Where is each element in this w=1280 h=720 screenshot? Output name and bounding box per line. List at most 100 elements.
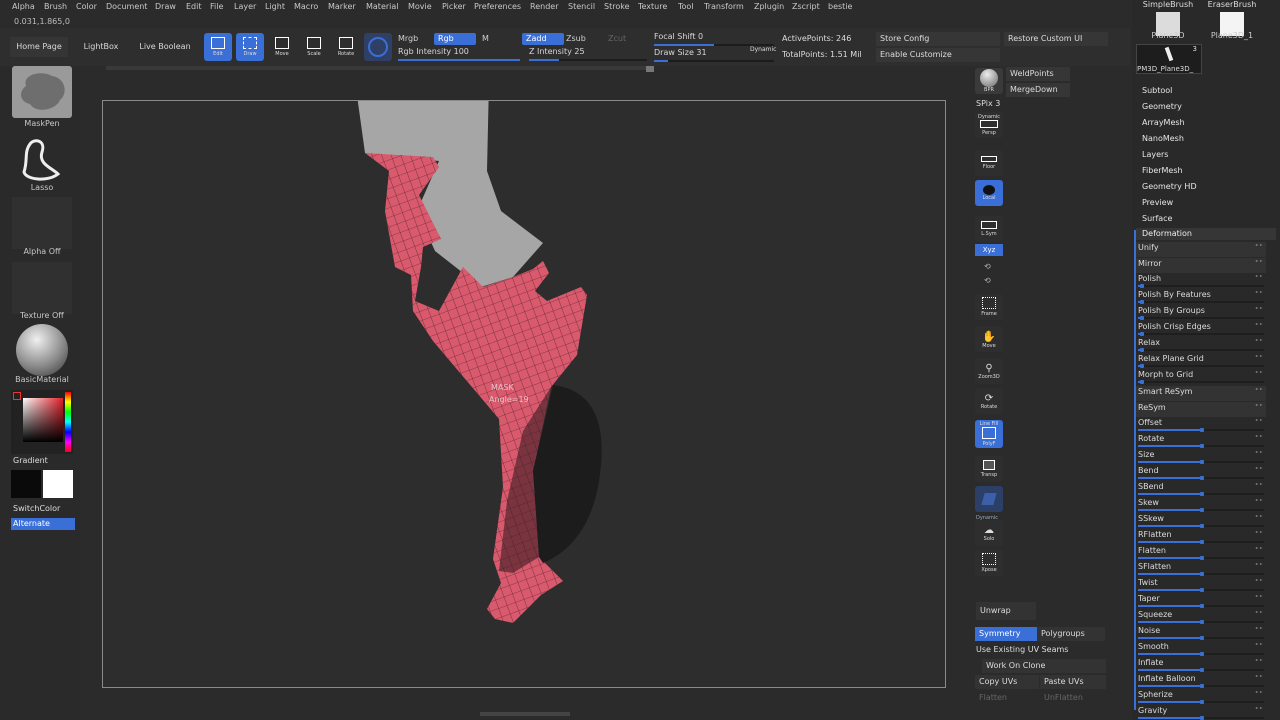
axis-toggle-icon[interactable]: ˣ ᶻ <box>1255 498 1262 505</box>
deformation-polish-by-groups-slider[interactable]: Polish By Groups ˣ ᶻ <box>1136 305 1266 320</box>
deformation-twist-slider[interactable]: Twist ˣ ᶻ <box>1136 577 1266 592</box>
tool-menu-arraymesh[interactable]: ArrayMesh <box>1142 118 1185 127</box>
deformation-sflatten-slider[interactable]: SFlatten ˣ ᶻ <box>1136 561 1266 576</box>
primary-color-swatch[interactable] <box>11 470 41 498</box>
move-view-button[interactable]: ✋ Move <box>975 326 1003 352</box>
axis-toggle-icon[interactable]: ˣ ᶻ <box>1255 418 1262 425</box>
z-intensity-slider[interactable]: Z Intensity 25 <box>529 47 647 61</box>
alpha-thumb[interactable] <box>12 197 72 249</box>
axis-toggle-icon[interactable]: ˣ ᶻ <box>1255 626 1262 633</box>
deformation-offset-slider[interactable]: Offset ˣ ᶻ <box>1136 417 1266 432</box>
menu-draw[interactable]: Draw <box>155 2 176 11</box>
menu-light[interactable]: Light <box>265 2 285 11</box>
deformation-morph-to-grid-slider[interactable]: Morph to Grid ˣ ᶻ <box>1136 369 1266 384</box>
menu-material[interactable]: Material <box>366 2 399 11</box>
menu-marker[interactable]: Marker <box>328 2 356 11</box>
deformation-spherize-slider[interactable]: Spherize ˣ ᶻ <box>1136 689 1266 704</box>
deformation-smooth-slider[interactable]: Smooth ˣ ᶻ <box>1136 641 1266 656</box>
slider-knob[interactable] <box>1200 540 1204 544</box>
deformation-bend-slider[interactable]: Bend ˣ ᶻ <box>1136 465 1266 480</box>
menu-picker[interactable]: Picker <box>442 2 466 11</box>
pm3d-plane-thumb[interactable]: 3 PM3D_Plane3D_ <box>1136 44 1202 74</box>
menu-stroke[interactable]: Stroke <box>604 2 630 11</box>
axis-toggle-icon[interactable]: ˣ ᶻ <box>1255 610 1262 617</box>
deformation-mirror-button[interactable]: Mirror ˣ ᶻ <box>1136 258 1266 273</box>
slider-knob[interactable] <box>1200 684 1204 688</box>
material-thumb[interactable] <box>12 324 72 376</box>
xyz-toggle[interactable]: Xyz <box>975 244 1003 256</box>
palette-scroll-indicator[interactable] <box>1134 230 1136 710</box>
deformation-polish-slider[interactable]: Polish ˣ ᶻ <box>1136 273 1266 288</box>
tool-menu-layers[interactable]: Layers <box>1142 150 1168 159</box>
axis-toggle-icon[interactable]: ˣ ᶻ <box>1255 403 1262 410</box>
spix-readout[interactable]: SPix 3 <box>976 99 1000 108</box>
deformation-sbend-slider[interactable]: SBend ˣ ᶻ <box>1136 481 1266 496</box>
dynamic-toggle[interactable]: Dynamic <box>750 46 776 53</box>
axis-toggle-icon[interactable]: ˣ ᶻ <box>1255 338 1262 345</box>
axis-toggle-icon[interactable]: ˣ ᶻ <box>1255 322 1262 329</box>
deformation-gravity-slider[interactable]: Gravity ˣ ᶻ <box>1136 705 1266 720</box>
menu-layer[interactable]: Layer <box>234 2 256 11</box>
zadd-button[interactable]: Zadd <box>522 33 564 45</box>
rotate-view-button[interactable]: ⟳ Rotate <box>975 388 1003 414</box>
tool-menu-nanomesh[interactable]: NanoMesh <box>1142 134 1184 143</box>
deformation-unify-button[interactable]: Unify ˣ ᶻ <box>1136 242 1266 257</box>
rotate-axis-icon[interactable]: ⟲ <box>984 262 991 271</box>
use-existing-uv-seams-toggle[interactable]: Use Existing UV Seams <box>972 643 1106 657</box>
persp-button[interactable]: Dynamic Persp <box>975 112 1003 138</box>
live-boolean-button[interactable]: Live Boolean <box>134 37 196 57</box>
secondary-color-swatch[interactable] <box>43 470 73 498</box>
color-square[interactable] <box>23 398 63 442</box>
restore-custom-ui-button[interactable]: Restore Custom UI <box>1004 32 1108 46</box>
axis-toggle-icon[interactable]: ˣ ᶻ <box>1255 482 1262 489</box>
mesh-view[interactable]: MASK Angle=19 <box>103 81 945 687</box>
slider-knob[interactable] <box>1140 380 1144 384</box>
deformation-rotate-slider[interactable]: Rotate ˣ ᶻ <box>1136 433 1266 448</box>
unwrap-button[interactable]: Unwrap <box>976 602 1036 620</box>
deformation-skew-slider[interactable]: Skew ˣ ᶻ <box>1136 497 1266 512</box>
top-scroll-handle[interactable] <box>646 66 654 72</box>
axis-toggle-icon[interactable]: ˣ ᶻ <box>1255 290 1262 297</box>
axis-toggle-icon[interactable]: ˣ ᶻ <box>1255 370 1262 377</box>
deformation-relax-plane-grid-slider[interactable]: Relax Plane Grid ˣ ᶻ <box>1136 353 1266 368</box>
lsym-button[interactable]: L.Sym <box>975 216 1003 242</box>
axis-toggle-icon[interactable]: ˣ ᶻ <box>1255 546 1262 553</box>
deformation-relax-slider[interactable]: Relax ˣ ᶻ <box>1136 337 1266 352</box>
menu-preferences[interactable]: Preferences <box>474 2 521 11</box>
move-button[interactable]: Move <box>268 33 296 61</box>
axis-toggle-icon[interactable]: ˣ ᶻ <box>1255 690 1262 697</box>
slider-knob[interactable] <box>1200 652 1204 656</box>
axis-toggle-icon[interactable]: ˣ ᶻ <box>1255 562 1262 569</box>
slider-knob[interactable] <box>1200 444 1204 448</box>
slider-knob[interactable] <box>1200 588 1204 592</box>
transp-button[interactable]: Transp <box>975 456 1003 482</box>
slider-knob[interactable] <box>1200 604 1204 608</box>
hue-strip[interactable] <box>65 392 71 452</box>
switch-color-button[interactable]: SwitchColor <box>13 504 60 513</box>
axis-toggle-icon[interactable]: ˣ ᶻ <box>1255 306 1262 313</box>
floor-button[interactable]: Floor <box>975 150 1003 176</box>
menu-tool[interactable]: Tool <box>678 2 694 11</box>
axis-toggle-icon[interactable]: ˣ ᶻ <box>1255 466 1262 473</box>
edit-button[interactable]: Edit <box>204 33 232 61</box>
deformation-polish-crisp-edges-slider[interactable]: Polish Crisp Edges ˣ ᶻ <box>1136 321 1266 336</box>
top-scroll-track[interactable] <box>106 66 654 70</box>
rgb-intensity-slider[interactable]: Rgb Intensity 100 <box>398 47 520 61</box>
store-config-button[interactable]: Store Config <box>876 32 1000 46</box>
axis-toggle-icon[interactable]: ˣ ᶻ <box>1255 578 1262 585</box>
symmetry-toggle[interactable]: Symmetry <box>975 627 1037 641</box>
bottom-scroll-track[interactable] <box>480 712 570 716</box>
menu-zscript[interactable]: Zscript <box>792 2 820 11</box>
deformation-taper-slider[interactable]: Taper ˣ ᶻ <box>1136 593 1266 608</box>
menu-file[interactable]: File <box>210 2 223 11</box>
zcut-button[interactable]: Zcut <box>604 33 630 45</box>
lightbox-button[interactable]: LightBox <box>76 37 126 57</box>
home-page-button[interactable]: Home Page <box>10 37 68 57</box>
slider-knob[interactable] <box>1140 316 1144 320</box>
menu-color[interactable]: Color <box>76 2 97 11</box>
local-button[interactable]: Local <box>975 180 1003 206</box>
ghost-button[interactable] <box>975 486 1003 512</box>
draw-button[interactable]: Draw <box>236 33 264 61</box>
deformation-squeeze-slider[interactable]: Squeeze ˣ ᶻ <box>1136 609 1266 624</box>
slider-knob[interactable] <box>1140 300 1144 304</box>
